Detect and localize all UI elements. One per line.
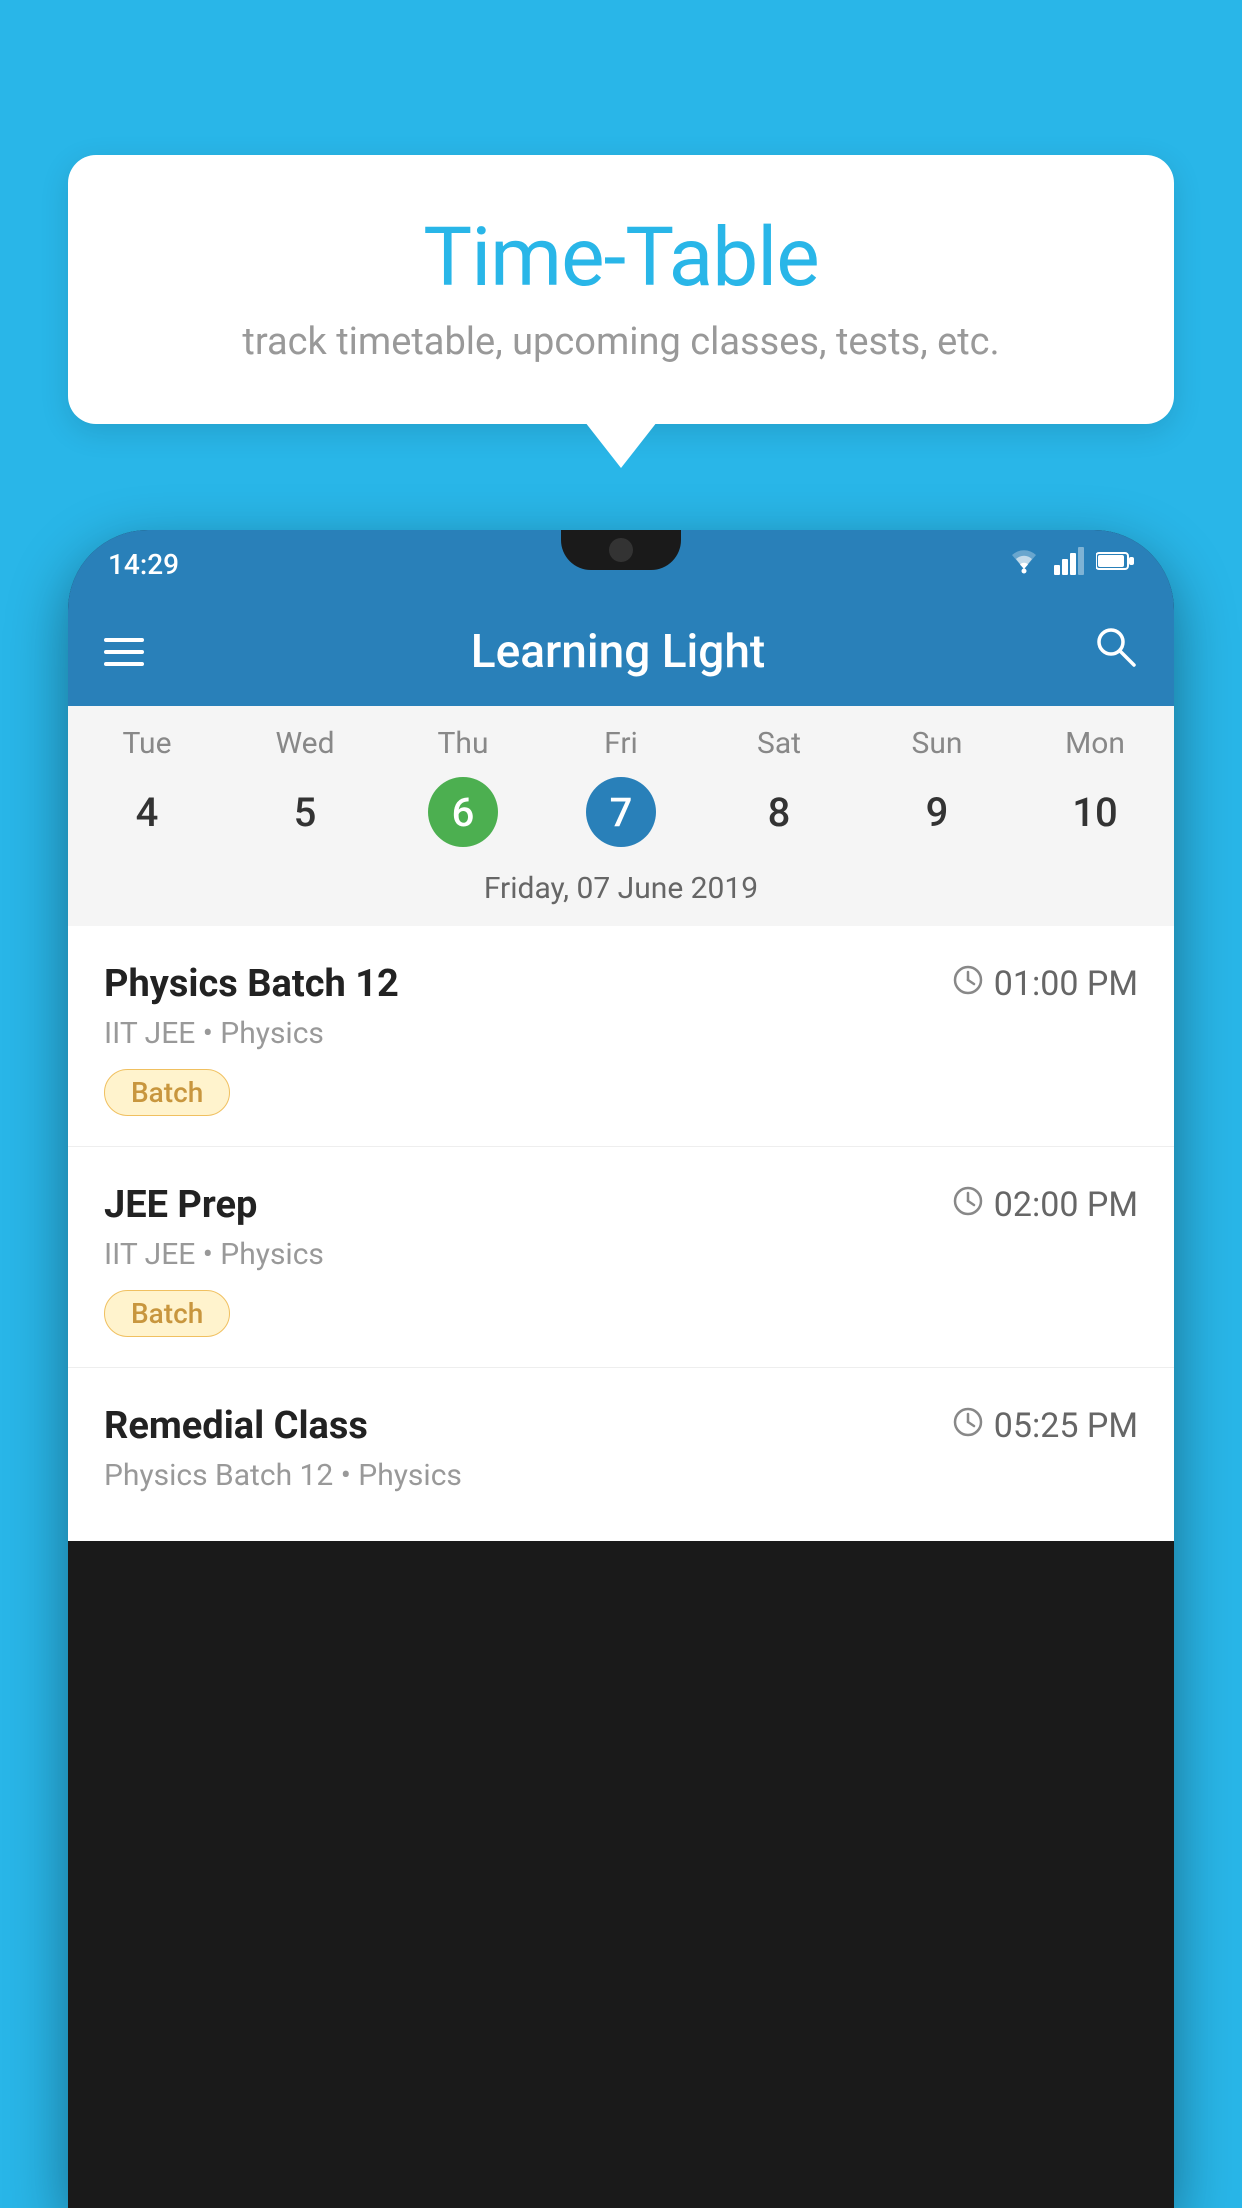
hamburger-icon[interactable] xyxy=(104,638,144,666)
schedule-item-1-badge: Batch xyxy=(104,1069,230,1116)
calendar: Tue Wed Thu Fri Sat Sun Mon 4 xyxy=(68,706,1174,926)
day-number-4: 4 xyxy=(112,777,182,847)
day-name-wed: Wed xyxy=(226,726,384,761)
day-name-sun: Sun xyxy=(858,726,1016,761)
notch xyxy=(561,530,681,570)
day-num-col-9[interactable]: 9 xyxy=(858,777,1016,847)
bubble-subtitle: track timetable, upcoming classes, tests… xyxy=(128,320,1114,364)
day-num-col-8[interactable]: 8 xyxy=(700,777,858,847)
day-name-sat: Sat xyxy=(700,726,858,761)
clock-icon-2 xyxy=(952,1185,984,1225)
schedule-item-2-title: JEE Prep xyxy=(104,1183,257,1227)
day-name-mon: Mon xyxy=(1016,726,1174,761)
schedule-item-3-time: 05:25 PM xyxy=(952,1406,1138,1446)
signal-icon xyxy=(1054,547,1084,582)
wifi-icon xyxy=(1006,547,1042,582)
status-icons xyxy=(1006,547,1134,582)
schedule-item-2-top: JEE Prep 02:00 PM xyxy=(104,1183,1138,1227)
schedule-item-2-badge: Batch xyxy=(104,1290,230,1337)
schedule-list: Physics Batch 12 01:00 PM IIT JEE • Phys… xyxy=(68,926,1174,1541)
day-number-8: 8 xyxy=(744,777,814,847)
day-number-9: 9 xyxy=(902,777,972,847)
day-number-7: 7 xyxy=(586,777,656,847)
clock-icon-1 xyxy=(952,964,984,1004)
schedule-item-3-subtitle: Physics Batch 12 • Physics xyxy=(104,1458,1138,1493)
day-name-fri: Fri xyxy=(542,726,700,761)
day-num-col-10[interactable]: 10 xyxy=(1016,777,1174,847)
day-numbers: 4 5 6 7 8 9 10 xyxy=(68,769,1174,863)
camera-dot xyxy=(609,538,633,562)
phone-frame: 14:29 xyxy=(68,530,1174,2208)
day-num-col-4[interactable]: 4 xyxy=(68,777,226,847)
schedule-item-1-time: 01:00 PM xyxy=(952,964,1138,1004)
app-bar: Learning Light xyxy=(68,598,1174,706)
search-icon[interactable] xyxy=(1092,623,1138,681)
schedule-item-3-top: Remedial Class 05:25 PM xyxy=(104,1404,1138,1448)
day-number-6: 6 xyxy=(428,777,498,847)
status-bar: 14:29 xyxy=(68,530,1174,598)
day-name-thu: Thu xyxy=(384,726,542,761)
battery-icon xyxy=(1096,549,1134,579)
schedule-item-3[interactable]: Remedial Class 05:25 PM Physics Batch 12… xyxy=(68,1368,1174,1541)
app-bar-title: Learning Light xyxy=(471,625,766,679)
schedule-item-1-subtitle: IIT JEE • Physics xyxy=(104,1016,1138,1051)
schedule-item-2-subtitle: IIT JEE • Physics xyxy=(104,1237,1138,1272)
schedule-item-1-time-text: 01:00 PM xyxy=(994,964,1138,1004)
schedule-item-1-title: Physics Batch 12 xyxy=(104,962,399,1006)
day-col-thu[interactable]: Thu xyxy=(384,726,542,761)
day-col-sun[interactable]: Sun xyxy=(858,726,1016,761)
day-num-col-5[interactable]: 5 xyxy=(226,777,384,847)
day-number-10: 10 xyxy=(1060,777,1130,847)
schedule-item-2[interactable]: JEE Prep 02:00 PM IIT JEE • Physics Batc… xyxy=(68,1147,1174,1368)
schedule-item-1-top: Physics Batch 12 01:00 PM xyxy=(104,962,1138,1006)
day-col-mon[interactable]: Mon xyxy=(1016,726,1174,761)
day-col-fri[interactable]: Fri xyxy=(542,726,700,761)
schedule-item-2-time: 02:00 PM xyxy=(952,1185,1138,1225)
schedule-item-1[interactable]: Physics Batch 12 01:00 PM IIT JEE • Phys… xyxy=(68,926,1174,1147)
status-time: 14:29 xyxy=(108,548,179,581)
day-num-col-6[interactable]: 6 xyxy=(384,777,542,847)
day-col-sat[interactable]: Sat xyxy=(700,726,858,761)
schedule-item-3-title: Remedial Class xyxy=(104,1404,368,1448)
speech-bubble: Time-Table track timetable, upcoming cla… xyxy=(68,155,1174,424)
schedule-item-3-time-text: 05:25 PM xyxy=(994,1406,1138,1446)
day-col-wed[interactable]: Wed xyxy=(226,726,384,761)
selected-date-label: Friday, 07 June 2019 xyxy=(68,863,1174,926)
day-name-tue: Tue xyxy=(68,726,226,761)
bubble-title: Time-Table xyxy=(128,210,1114,306)
clock-icon-3 xyxy=(952,1406,984,1446)
day-col-tue[interactable]: Tue xyxy=(68,726,226,761)
day-num-col-7[interactable]: 7 xyxy=(542,777,700,847)
days-header: Tue Wed Thu Fri Sat Sun Mon xyxy=(68,706,1174,769)
day-number-5: 5 xyxy=(270,777,340,847)
schedule-item-2-time-text: 02:00 PM xyxy=(994,1185,1138,1225)
